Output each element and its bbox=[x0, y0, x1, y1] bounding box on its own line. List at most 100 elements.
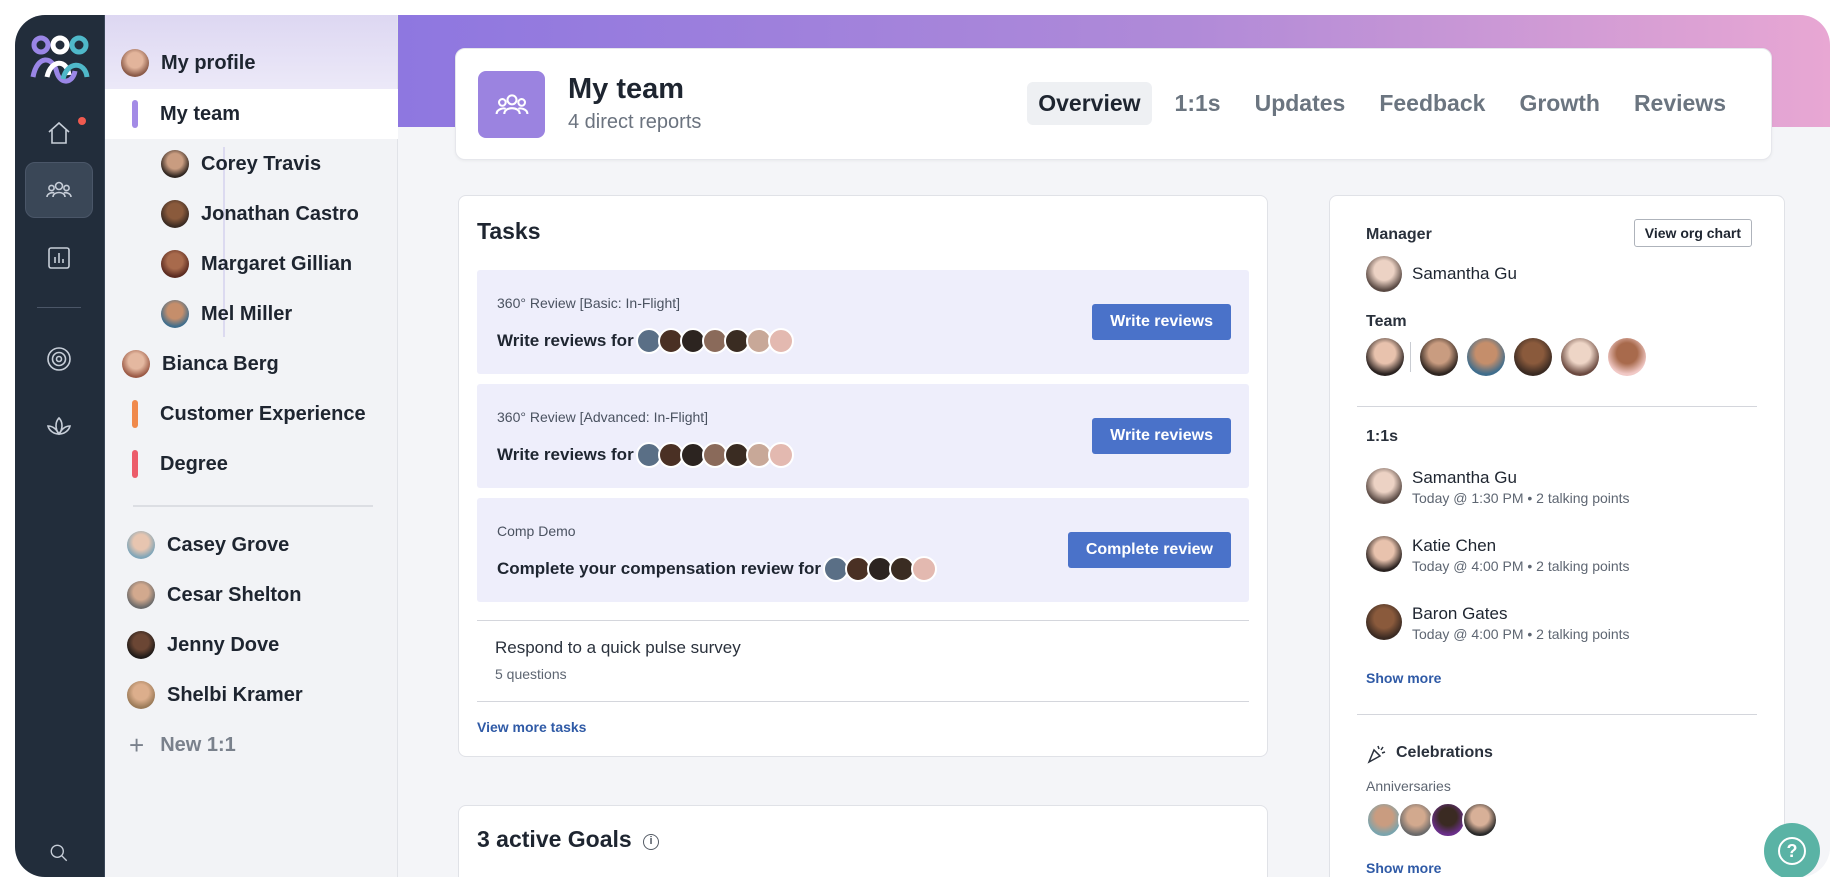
logo-icon[interactable] bbox=[27, 33, 93, 85]
group-color-bar bbox=[132, 400, 138, 428]
meeting-name[interactable]: Katie Chen bbox=[1412, 536, 1496, 556]
sidebar-item-group[interactable]: Customer Experience bbox=[105, 389, 398, 439]
avatar[interactable] bbox=[1366, 802, 1402, 838]
task-text: Complete your compensation review for bbox=[497, 559, 822, 578]
write-reviews-button[interactable]: Write reviews bbox=[1092, 304, 1231, 340]
sidebar-item-bianca[interactable]: Bianca Berg bbox=[105, 339, 398, 389]
show-more-meetings-link[interactable]: Show more bbox=[1366, 670, 1441, 686]
sidebar-item-group[interactable]: Degree bbox=[105, 439, 398, 489]
meeting-name[interactable]: Samantha Gu bbox=[1412, 468, 1517, 488]
team-header: My team 4 direct reports Overview 1:1s U… bbox=[455, 48, 1772, 160]
avatar[interactable] bbox=[1561, 338, 1599, 376]
search-nav-button[interactable] bbox=[25, 825, 93, 877]
avatar bbox=[1366, 536, 1402, 572]
tab-updates[interactable]: Updates bbox=[1244, 82, 1357, 125]
chart-icon bbox=[48, 247, 70, 269]
tab-one-on-ones[interactable]: 1:1s bbox=[1164, 82, 1232, 125]
avatar[interactable] bbox=[1420, 338, 1458, 376]
page-title: My team bbox=[568, 73, 685, 105]
meeting-time: Today @ 4:00 PM • 2 talking points bbox=[1412, 626, 1630, 642]
search-icon bbox=[50, 844, 68, 862]
tasks-title: Tasks bbox=[477, 218, 541, 244]
avatar[interactable] bbox=[1608, 338, 1646, 376]
team-avatars bbox=[1366, 338, 1655, 376]
home-icon bbox=[48, 121, 70, 144]
meeting-time: Today @ 4:00 PM • 2 talking points bbox=[1412, 558, 1630, 574]
sidebar-item-report[interactable]: Corey Travis bbox=[105, 139, 398, 189]
show-more-celebrations-link[interactable]: Show more bbox=[1366, 860, 1441, 876]
view-more-tasks-link[interactable]: View more tasks bbox=[477, 719, 586, 735]
divider bbox=[477, 701, 1249, 702]
avatar[interactable] bbox=[1514, 338, 1552, 376]
avatar bbox=[127, 581, 155, 609]
sidebar-item-label: Jonathan Castro bbox=[201, 202, 359, 225]
avatar[interactable] bbox=[1467, 338, 1505, 376]
info-icon[interactable]: i bbox=[643, 834, 659, 850]
sidebar-item-label: Customer Experience bbox=[160, 402, 366, 425]
help-button[interactable]: ? bbox=[1764, 823, 1820, 877]
sidebar-item-report[interactable]: Mel Miller bbox=[105, 289, 398, 339]
team-summary-panel: Manager View org chart Samantha Gu Team … bbox=[1329, 195, 1785, 877]
meeting-name[interactable]: Baron Gates bbox=[1412, 604, 1507, 624]
avatar bbox=[161, 250, 189, 278]
manager-name[interactable]: Samantha Gu bbox=[1412, 264, 1517, 284]
tab-overview[interactable]: Overview bbox=[1027, 82, 1152, 125]
home-nav-button[interactable] bbox=[25, 105, 93, 161]
avatar bbox=[161, 300, 189, 328]
team-nav-button[interactable] bbox=[25, 162, 93, 218]
analytics-nav-button[interactable] bbox=[25, 230, 93, 286]
tab-reviews[interactable]: Reviews bbox=[1623, 82, 1737, 125]
sidebar-item-label: Margaret Gillian bbox=[201, 252, 353, 275]
avatar bbox=[1366, 468, 1402, 504]
avatar[interactable] bbox=[1430, 802, 1466, 838]
avatar[interactable] bbox=[1398, 802, 1434, 838]
pulse-survey-link[interactable]: Respond to a quick pulse survey bbox=[495, 638, 741, 658]
sidebar-item-my-profile[interactable]: My profile bbox=[105, 38, 398, 88]
sidebar-item-label: My profile bbox=[161, 51, 256, 74]
task-text-row: Write reviews for bbox=[497, 442, 794, 468]
team-icon bbox=[495, 93, 528, 114]
rail-divider bbox=[37, 307, 81, 308]
pulse-survey-questions: 5 questions bbox=[495, 666, 567, 682]
target-icon bbox=[47, 347, 71, 371]
sidebar-item-one-on-one[interactable]: Shelbi Kramer bbox=[105, 670, 398, 720]
task-label: Comp Demo bbox=[497, 523, 576, 539]
growth-nav-button[interactable] bbox=[25, 398, 93, 454]
divider bbox=[477, 620, 1249, 621]
tab-feedback[interactable]: Feedback bbox=[1368, 82, 1496, 125]
nav-rail bbox=[15, 15, 105, 877]
sidebar-item-one-on-one[interactable]: Jenny Dove bbox=[105, 620, 398, 670]
task-item: 360° Review [Basic: In-Flight] Write rev… bbox=[477, 270, 1249, 374]
anniversary-avatars bbox=[1366, 802, 1498, 838]
view-org-chart-button[interactable]: View org chart bbox=[1633, 219, 1752, 247]
sidebar-item-one-on-one[interactable]: Cesar Shelton bbox=[105, 570, 398, 620]
anniversaries-label: Anniversaries bbox=[1366, 778, 1451, 794]
sidebar-item-one-on-one[interactable]: Casey Grove bbox=[105, 520, 398, 570]
lotus-icon bbox=[46, 416, 72, 436]
complete-review-button[interactable]: Complete review bbox=[1067, 532, 1231, 568]
notification-dot bbox=[78, 117, 86, 125]
avatar bbox=[1366, 256, 1402, 292]
team-label: Team bbox=[1366, 313, 1407, 330]
tab-growth[interactable]: Growth bbox=[1508, 82, 1611, 125]
avatar bbox=[127, 631, 155, 659]
avatar[interactable] bbox=[1462, 802, 1498, 838]
goals-nav-button[interactable] bbox=[25, 331, 93, 387]
sidebar-item-label: Mel Miller bbox=[201, 302, 293, 325]
write-reviews-button[interactable]: Write reviews bbox=[1092, 418, 1231, 454]
celebrations-label: Celebrations bbox=[1396, 744, 1493, 761]
avatar bbox=[121, 49, 149, 77]
team-sidebar: My profile My team Corey Travis Jonathan… bbox=[105, 15, 398, 877]
sidebar-item-my-team[interactable]: My team bbox=[105, 89, 398, 139]
reviewee-avatars bbox=[823, 556, 938, 582]
avatar[interactable] bbox=[1366, 338, 1404, 376]
new-one-on-one-button[interactable]: + New 1:1 bbox=[105, 720, 398, 770]
sidebar-item-report[interactable]: Margaret Gillian bbox=[105, 239, 398, 289]
help-icon: ? bbox=[1778, 837, 1806, 865]
sidebar-item-label: Shelbi Kramer bbox=[167, 683, 303, 706]
task-item: 360° Review [Advanced: In-Flight] Write … bbox=[477, 384, 1249, 488]
sidebar-item-report[interactable]: Jonathan Castro bbox=[105, 189, 398, 239]
avatar-divider bbox=[1410, 342, 1411, 372]
new-one-on-one-label: New 1:1 bbox=[160, 733, 236, 756]
divider bbox=[1357, 714, 1757, 715]
